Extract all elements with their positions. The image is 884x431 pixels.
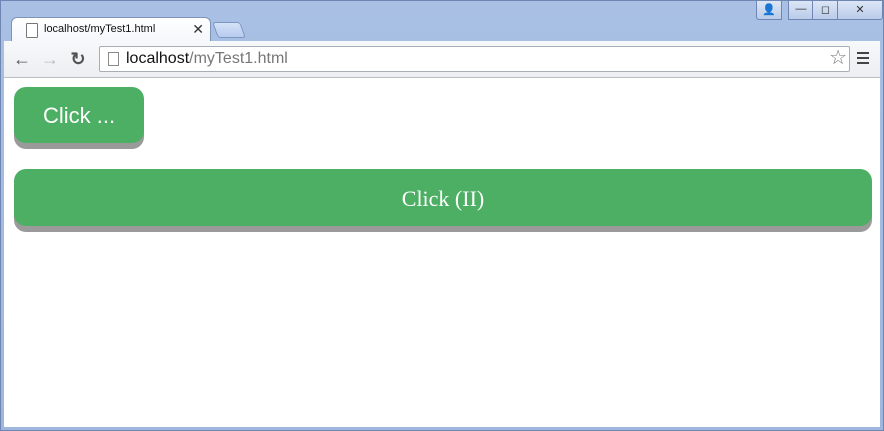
url-host: localhost	[126, 50, 190, 67]
close-window-button[interactable]: ✕	[837, 1, 883, 20]
close-icon: ✕	[855, 4, 865, 16]
minimize-button[interactable]: —	[788, 1, 814, 20]
forward-icon[interactable]: →	[40, 49, 60, 69]
page-icon	[26, 23, 38, 38]
page-icon	[108, 52, 119, 66]
minimize-icon: —	[795, 3, 807, 15]
url-text: localhost/myTest1.html	[126, 50, 288, 68]
tab-active[interactable]: localhost/myTest1.html ✕	[11, 17, 211, 43]
back-icon[interactable]: ←	[12, 49, 32, 69]
tab-strip: localhost/myTest1.html ✕ 👤 — ◻ ✕	[1, 1, 883, 43]
reload-icon[interactable]: ↻	[68, 49, 88, 69]
address-bar[interactable]: localhost/myTest1.html ☆	[99, 46, 850, 72]
menu-icon[interactable]	[857, 52, 869, 67]
click-button-2[interactable]: Click (II)	[14, 169, 872, 226]
url-path: /myTest1.html	[189, 50, 288, 67]
maximize-icon: ◻	[820, 4, 831, 16]
browser-window: localhost/myTest1.html ✕ 👤 — ◻ ✕ ← → ↻ l…	[0, 0, 884, 431]
user-icon-glyph: 👤	[762, 4, 776, 16]
maximize-button[interactable]: ◻	[812, 1, 839, 20]
close-tab-icon[interactable]: ✕	[192, 21, 204, 37]
user-icon[interactable]: 👤	[756, 1, 782, 20]
bookmark-star-icon[interactable]: ☆	[829, 47, 847, 69]
click-button-1[interactable]: Click ...	[14, 87, 144, 143]
new-tab-button[interactable]	[212, 22, 246, 38]
tab-title: localhost/myTest1.html	[44, 23, 156, 35]
toolbar: ← → ↻ localhost/myTest1.html ☆	[4, 41, 880, 78]
page-content: Click ... Click (II)	[4, 78, 880, 427]
